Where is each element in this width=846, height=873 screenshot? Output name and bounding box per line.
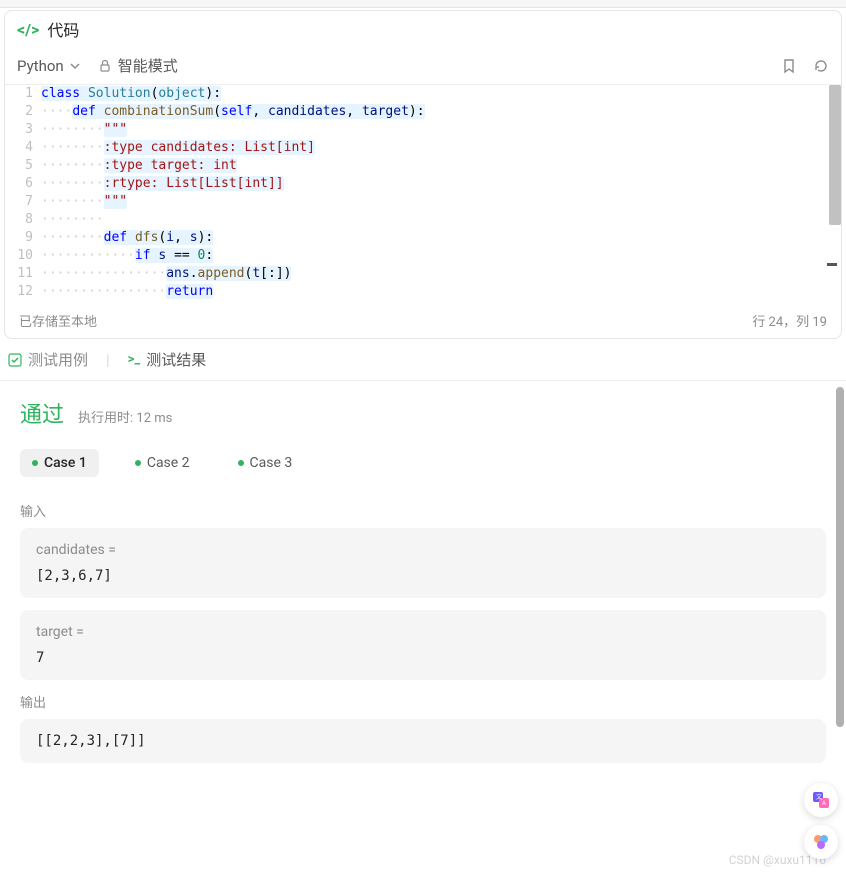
runtime-info: 执行用时: 12 ms (78, 407, 172, 426)
smart-mode-toggle[interactable]: 智能模式 (98, 55, 178, 76)
results-panel: 通过 执行用时: 12 ms Case 1 Case 2 Case 3 输入 can… (0, 380, 846, 852)
terminal-icon: >_ (128, 352, 141, 367)
bookmark-button[interactable] (781, 58, 797, 74)
top-strip (0, 0, 846, 8)
output-value: [[2,2,3],[7]] (36, 733, 810, 749)
input-section-label: 输入 (20, 501, 826, 520)
tab-result[interactable]: >_ 测试结果 (128, 349, 207, 370)
toolbar-right (781, 58, 829, 74)
input-field-name: candidates = (36, 542, 810, 558)
reset-button[interactable] (813, 58, 829, 74)
tab-testcase-label: 测试用例 (28, 349, 88, 370)
chevron-down-icon (70, 61, 80, 71)
input-field-value: 7 (36, 650, 810, 666)
code-header: </> 代码 (5, 11, 841, 47)
code-icon: </> (17, 20, 39, 39)
check-icon (8, 353, 22, 367)
case-tab-3[interactable]: Case 3 (226, 449, 305, 477)
status-dot-icon (135, 460, 141, 466)
svg-text:A: A (822, 800, 826, 807)
tab-separator: | (106, 351, 110, 369)
input-box-0: candidates = [2,3,6,7] (20, 528, 826, 598)
tab-testcase[interactable]: 测试用例 (8, 349, 88, 370)
code-panel: </> 代码 Python 智能模式 123456789101112 (4, 10, 842, 339)
lock-icon (98, 59, 112, 73)
cursor-position: 行 24，列 19 (752, 311, 827, 330)
case-tab-1[interactable]: Case 1 (20, 449, 99, 477)
tab-result-label: 测试结果 (146, 349, 206, 370)
input-field-name: target = (36, 624, 810, 640)
case-tabs: Case 1 Case 2 Case 3 (20, 449, 826, 477)
input-field-value: [2,3,6,7] (36, 568, 810, 584)
scrollbar-mark (827, 263, 837, 266)
line-gutter: 123456789101112 (5, 85, 41, 301)
language-selector[interactable]: Python (17, 57, 80, 75)
saved-status: 已存储至本地 (19, 311, 97, 330)
results-scrollbar-thumb[interactable] (836, 387, 844, 727)
editor-status-bar: 已存储至本地 行 24，列 19 (5, 303, 841, 338)
code-content[interactable]: class Solution(object):····def combinati… (41, 85, 841, 301)
bottom-tabs: 测试用例 | >_ 测试结果 (0, 339, 846, 380)
result-status: 通过 (20, 397, 64, 429)
editor-toolbar: Python 智能模式 (5, 47, 841, 85)
editor-scrollbar[interactable] (829, 85, 841, 303)
output-section-label: 输出 (20, 692, 826, 711)
scrollbar-thumb[interactable] (829, 85, 841, 225)
output-box: [[2,2,3],[7]] (20, 719, 826, 763)
mode-label: 智能模式 (118, 55, 178, 76)
language-label: Python (17, 57, 64, 75)
status-dot-icon (32, 460, 38, 466)
results-scrollbar[interactable] (836, 387, 844, 846)
status-dot-icon (238, 460, 244, 466)
case-tab-2[interactable]: Case 2 (123, 449, 202, 477)
translate-float-button[interactable]: 文A (804, 783, 838, 817)
assistant-float-button[interactable] (804, 825, 838, 859)
editor-area[interactable]: 123456789101112 class Solution(object):·… (5, 85, 841, 303)
input-box-1: target = 7 (20, 610, 826, 680)
code-title: 代码 (47, 17, 79, 41)
result-header: 通过 执行用时: 12 ms (20, 397, 826, 429)
